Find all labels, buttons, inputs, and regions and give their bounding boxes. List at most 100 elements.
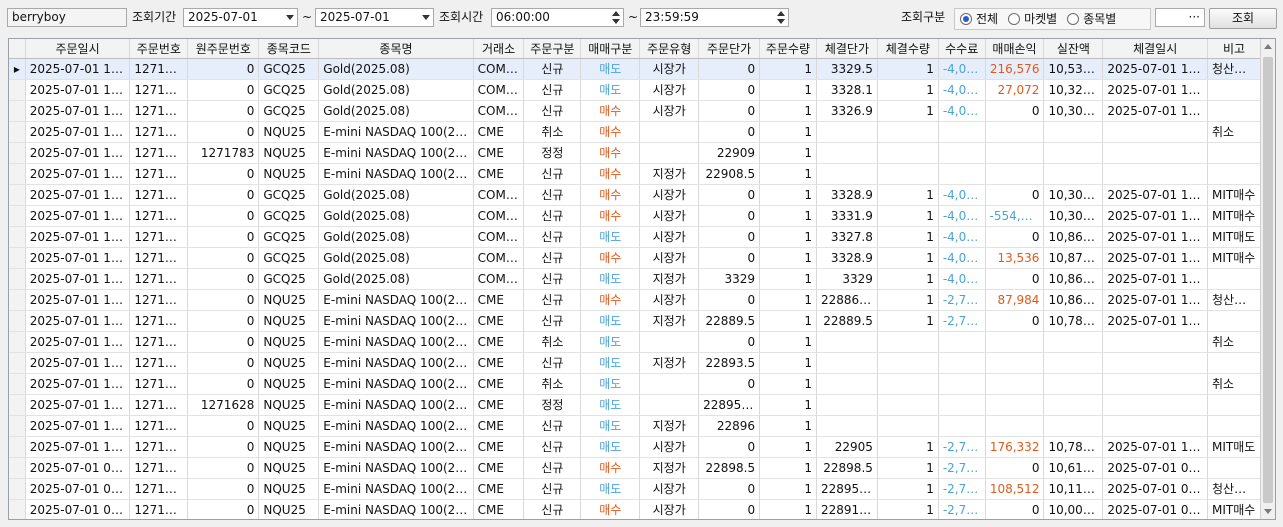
table-row[interactable]: 2025-07-01 09:… 1271523 0 NQU25 E-mini NASDA… [9, 478, 1262, 500]
column-header[interactable]: 체결일시 [1102, 39, 1208, 59]
row-indicator[interactable] [9, 247, 26, 269]
scroll-thumb[interactable] [1263, 57, 1273, 503]
column-header[interactable]: 체결수량 [877, 39, 939, 59]
chevron-down-icon[interactable] [422, 15, 430, 20]
table-row[interactable]: 2025-07-01 10:… 1271547 0 NQU25 E-mini NASDA… [9, 436, 1262, 458]
table-cell [877, 142, 939, 164]
radio-market-indicator[interactable] [1008, 13, 1021, 25]
time-from-spinner[interactable]: 06:00:00 [491, 8, 624, 27]
table-row[interactable]: 2025-07-01 10:… 1271630 0 NQU25 E-mini NASDA… [9, 373, 1262, 395]
spin-up-icon[interactable] [777, 11, 785, 16]
date-from-picker[interactable]: 2025-07-01 [183, 8, 298, 27]
table-cell: 1 [759, 499, 817, 519]
item-picker-field[interactable]: ··· [1155, 8, 1205, 27]
table-row[interactable]: 2025-07-01 10:… 1271644 0 GCQ25 Gold(2025.08… [9, 268, 1262, 290]
ellipsis-button[interactable]: ··· [1189, 10, 1200, 24]
column-header[interactable]: 거래소 [473, 39, 525, 59]
row-indicator[interactable]: ▸ [9, 58, 26, 80]
row-indicator[interactable] [9, 373, 26, 395]
row-indicator[interactable] [9, 226, 26, 248]
radio-market[interactable]: 마켓별 [1008, 10, 1057, 29]
table-row[interactable]: ▸ 2025-07-01 11:… 1271812 0 GCQ25 Gold(2025.0… [9, 58, 1262, 80]
order-history-window: berryboy 조회기간 2025-07-01 ~ 2025-07-01 조회… [0, 0, 1283, 527]
period-label: 조회기간 [132, 10, 177, 24]
column-header[interactable]: 매매구분 [580, 39, 641, 59]
table-row[interactable]: 2025-07-01 10:… 1271633 0 NQU25 E-mini NASDA… [9, 331, 1262, 353]
table-cell: 취소 [523, 331, 582, 353]
time-to-spinner[interactable]: 23:59:59 [640, 8, 789, 27]
table-row[interactable]: 2025-07-01 10:… 1271634 0 NQU25 E-mini NASDA… [9, 310, 1262, 332]
table-cell: NQU25 [258, 352, 320, 374]
table-cell: 2025-07-01 11:… [25, 163, 131, 185]
spin-down-icon[interactable] [777, 19, 785, 24]
table-row[interactable]: 2025-07-01 10:… 1271653 0 GCQ25 Gold(2025.08… [9, 226, 1262, 248]
table-row[interactable]: 2025-07-01 09:… 1271520 0 NQU25 E-mini NASDA… [9, 499, 1262, 519]
row-indicator[interactable] [9, 478, 26, 500]
table-row[interactable]: 2025-07-01 09:… 1271545 0 NQU25 E-mini NASDA… [9, 457, 1262, 479]
row-indicator[interactable] [9, 415, 26, 437]
column-header[interactable]: 실잔액 [1043, 39, 1104, 59]
radio-all[interactable]: 전체 [960, 10, 998, 29]
row-indicator[interactable] [9, 457, 26, 479]
table-row[interactable]: 2025-07-01 11:… 1271793 0 GCQ25 Gold(2025.08… [9, 100, 1262, 122]
vertical-scrollbar[interactable] [1260, 39, 1275, 519]
spin-down-icon[interactable] [612, 19, 620, 24]
row-indicator[interactable] [9, 436, 26, 458]
row-indicator[interactable] [9, 352, 26, 374]
row-indicator[interactable] [9, 331, 26, 353]
column-header[interactable]: 매매손익 [985, 39, 1045, 59]
table-row[interactable]: 2025-07-01 10:… 1271661 0 GCQ25 Gold(2025.08… [9, 205, 1262, 227]
column-header[interactable]: 종목명 [318, 39, 474, 59]
table-row[interactable]: 2025-07-01 11:… 1271784 1271783 NQU25 E-mini… [9, 142, 1262, 164]
radio-item[interactable]: 종목별 [1067, 10, 1116, 29]
row-indicator[interactable] [9, 499, 26, 519]
column-header[interactable]: 주문번호 [129, 39, 189, 59]
search-button[interactable]: 조회 [1209, 8, 1277, 29]
user-field[interactable]: berryboy [7, 8, 127, 27]
row-indicator[interactable] [9, 268, 26, 290]
column-header[interactable]: 주문유형 [639, 39, 700, 59]
row-indicator[interactable] [9, 184, 26, 206]
table-cell: 2025-07-01 10:… [25, 373, 131, 395]
table-row[interactable]: 2025-07-01 10:… 1271630 1271628 NQU25 E-mini… [9, 394, 1262, 416]
date-to-value: 2025-07-01 [320, 10, 390, 24]
date-to-picker[interactable]: 2025-07-01 [315, 8, 434, 27]
row-indicator[interactable] [9, 163, 26, 185]
table-row[interactable]: 2025-07-01 11:… 1271783 0 NQU25 E-mini NASDA… [9, 163, 1262, 185]
table-cell: 0 [187, 163, 260, 185]
column-header[interactable]: 주문수량 [759, 39, 817, 59]
radio-all-indicator[interactable] [960, 13, 972, 25]
table-row[interactable]: 2025-07-01 10:… 1271628 0 NQU25 E-mini NASDA… [9, 415, 1262, 437]
column-header[interactable]: 수수료 [938, 39, 986, 59]
table-row[interactable]: 2025-07-01 11:… 1271784 0 NQU25 E-mini NASDA… [9, 121, 1262, 143]
column-header[interactable]: 종목코드 [258, 39, 320, 59]
table-row[interactable]: 2025-07-01 10:… 1271650 0 GCQ25 Gold(2025.08… [9, 247, 1262, 269]
radio-item-indicator[interactable] [1067, 13, 1080, 25]
spin-up-icon[interactable] [612, 11, 620, 16]
table-cell: 신규 [523, 457, 582, 479]
chevron-down-icon[interactable] [286, 15, 294, 20]
column-header[interactable]: 주문단가 [698, 39, 761, 59]
row-indicator[interactable] [9, 310, 26, 332]
column-header[interactable]: 비고 [1207, 39, 1262, 59]
row-indicator[interactable] [9, 394, 26, 416]
row-indicator[interactable] [9, 142, 26, 164]
table-row[interactable]: 2025-07-01 10:… 1271633 0 NQU25 E-mini NASDA… [9, 352, 1262, 374]
scroll-down-icon[interactable] [1264, 509, 1272, 514]
row-indicator[interactable] [9, 79, 26, 101]
scroll-up-icon[interactable] [1264, 44, 1272, 49]
column-header[interactable]: 체결단가 [816, 39, 878, 59]
table-row[interactable]: 2025-07-01 10:… 1271673 0 GCQ25 Gold(2025.08… [9, 184, 1262, 206]
column-header[interactable]: 원주문번호 [187, 39, 260, 59]
table-row[interactable]: 2025-07-01 11:… 1271808 0 GCQ25 Gold(2025.08… [9, 79, 1262, 101]
row-indicator[interactable] [9, 205, 26, 227]
column-header[interactable]: 주문일시 [25, 39, 131, 59]
table-cell: COM… [473, 184, 525, 206]
row-indicator[interactable] [9, 289, 26, 311]
table-row[interactable]: 2025-07-01 10:… 1271640 0 NQU25 E-mini NASDA… [9, 289, 1262, 311]
row-indicator[interactable] [9, 100, 26, 122]
table-cell: 2025-07-01 10:… [1102, 184, 1208, 206]
row-indicator[interactable] [9, 121, 26, 143]
column-header[interactable]: 주문구분 [523, 39, 582, 59]
table-cell: 지정가 [639, 415, 700, 437]
